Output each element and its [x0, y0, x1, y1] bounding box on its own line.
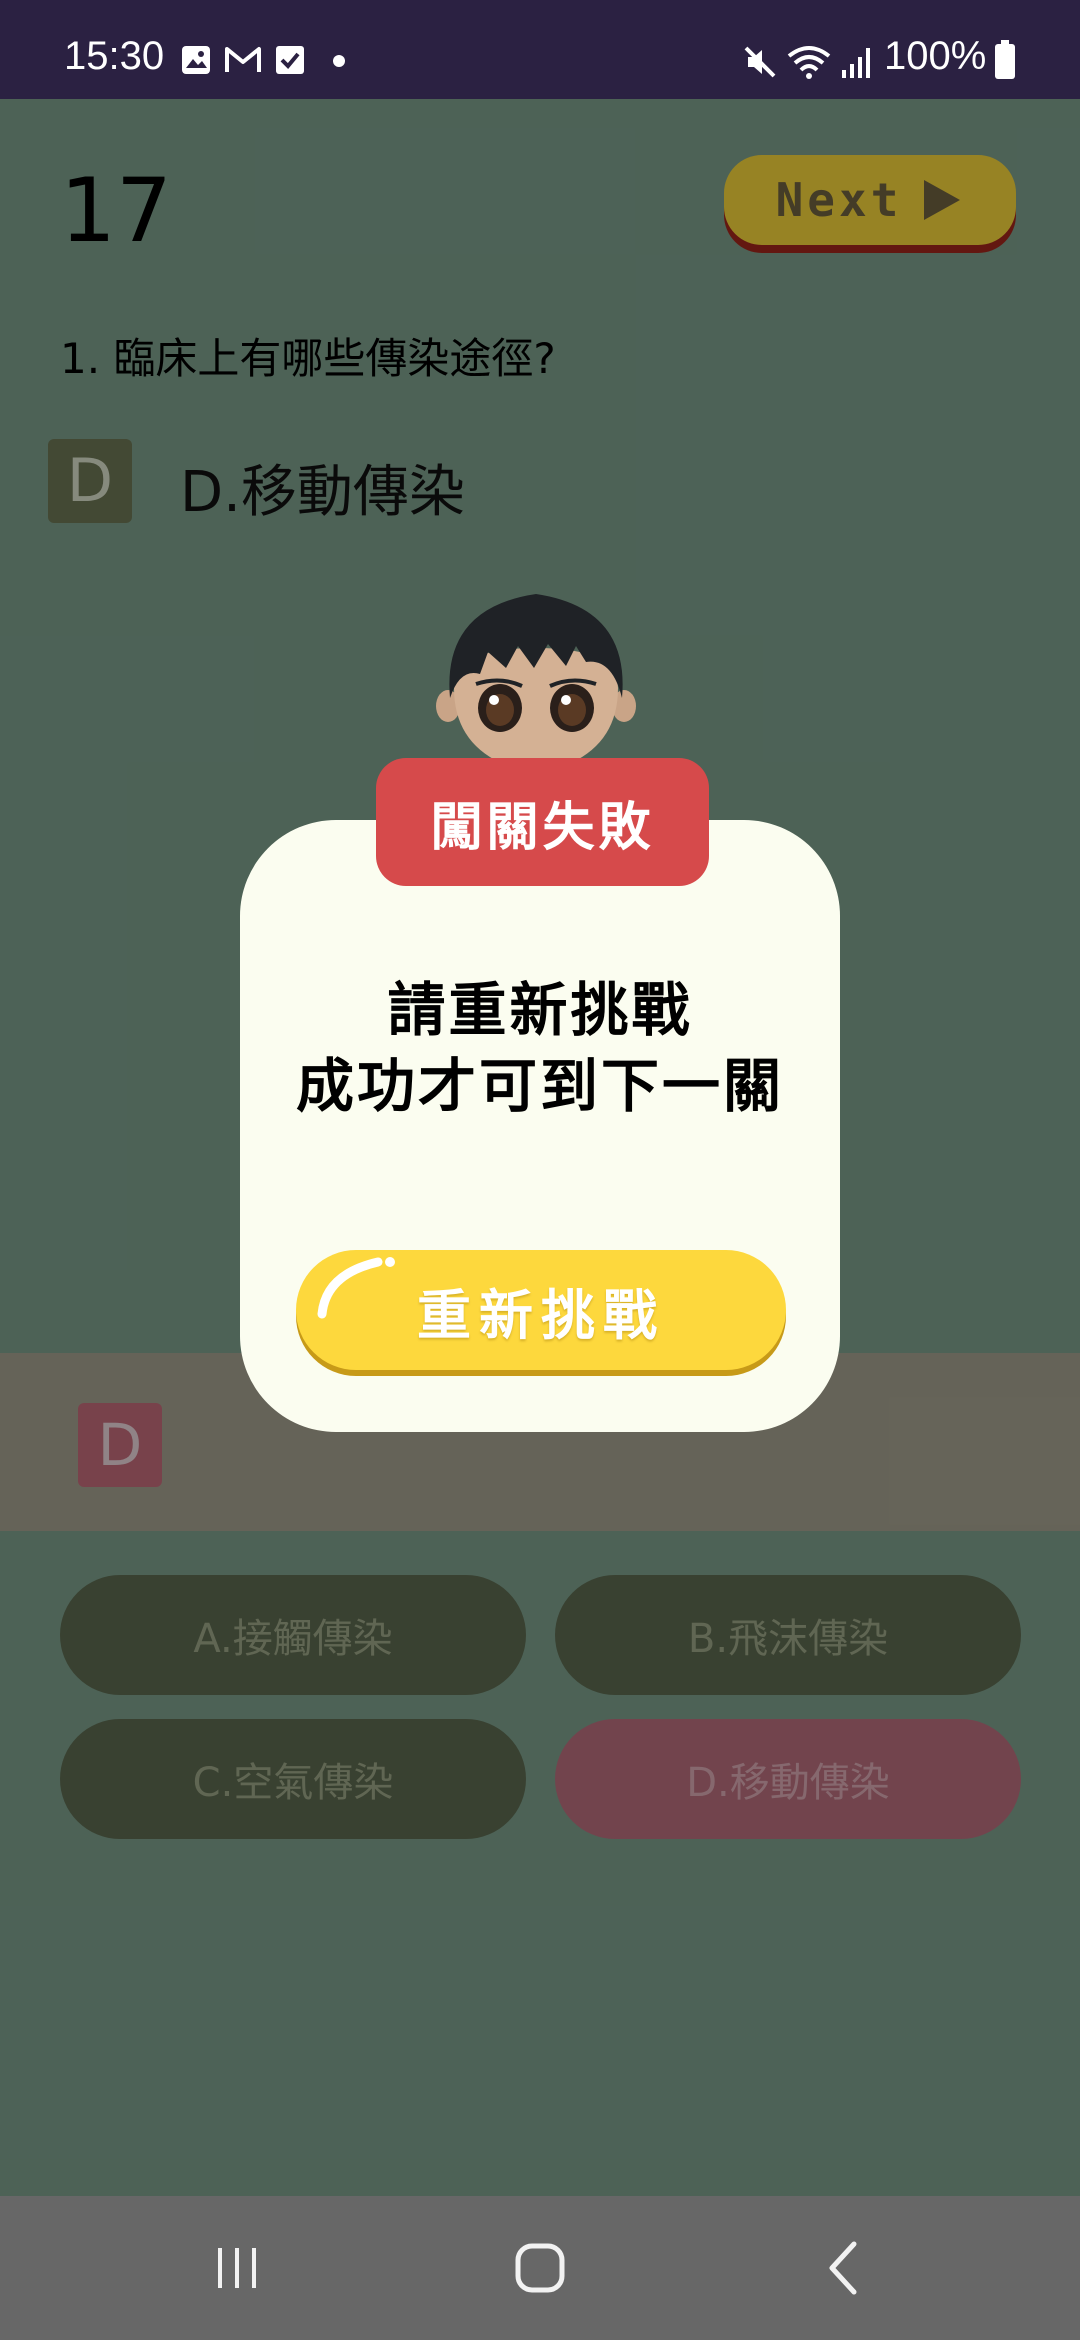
status-time: 15:30	[64, 34, 165, 78]
home-icon[interactable]	[510, 2238, 570, 2298]
dialog-message: 請重新挑戰 成功才可到下一關	[240, 972, 840, 1124]
recent-apps-icon[interactable]	[212, 2238, 262, 2298]
back-icon[interactable]	[820, 2238, 870, 2298]
mute-icon	[744, 46, 776, 78]
gmail-icon	[225, 47, 261, 72]
wifi-icon	[787, 46, 831, 79]
signal-icon	[842, 48, 870, 78]
dialog-message-line-2: 成功才可到下一關	[295, 1052, 784, 1120]
button-gloss-icon	[317, 1257, 395, 1319]
dialog-title: 闖關失敗	[376, 758, 709, 886]
dialog-message-line-1: 請重新挑戰	[387, 976, 693, 1044]
character-avatar	[436, 594, 636, 774]
dot-icon	[333, 55, 345, 67]
battery-percent: 100%	[884, 34, 987, 78]
image-icon	[182, 46, 210, 74]
navigation-bar	[0, 2196, 1080, 2340]
status-bar: 15:30 100%	[0, 0, 1080, 99]
app-screen: 15:30 100% 17 Next 1. 臨床上有哪些傳染途徑? D D.移動…	[0, 0, 1080, 2340]
checkbox-icon	[276, 46, 304, 74]
battery-icon	[995, 40, 1015, 79]
